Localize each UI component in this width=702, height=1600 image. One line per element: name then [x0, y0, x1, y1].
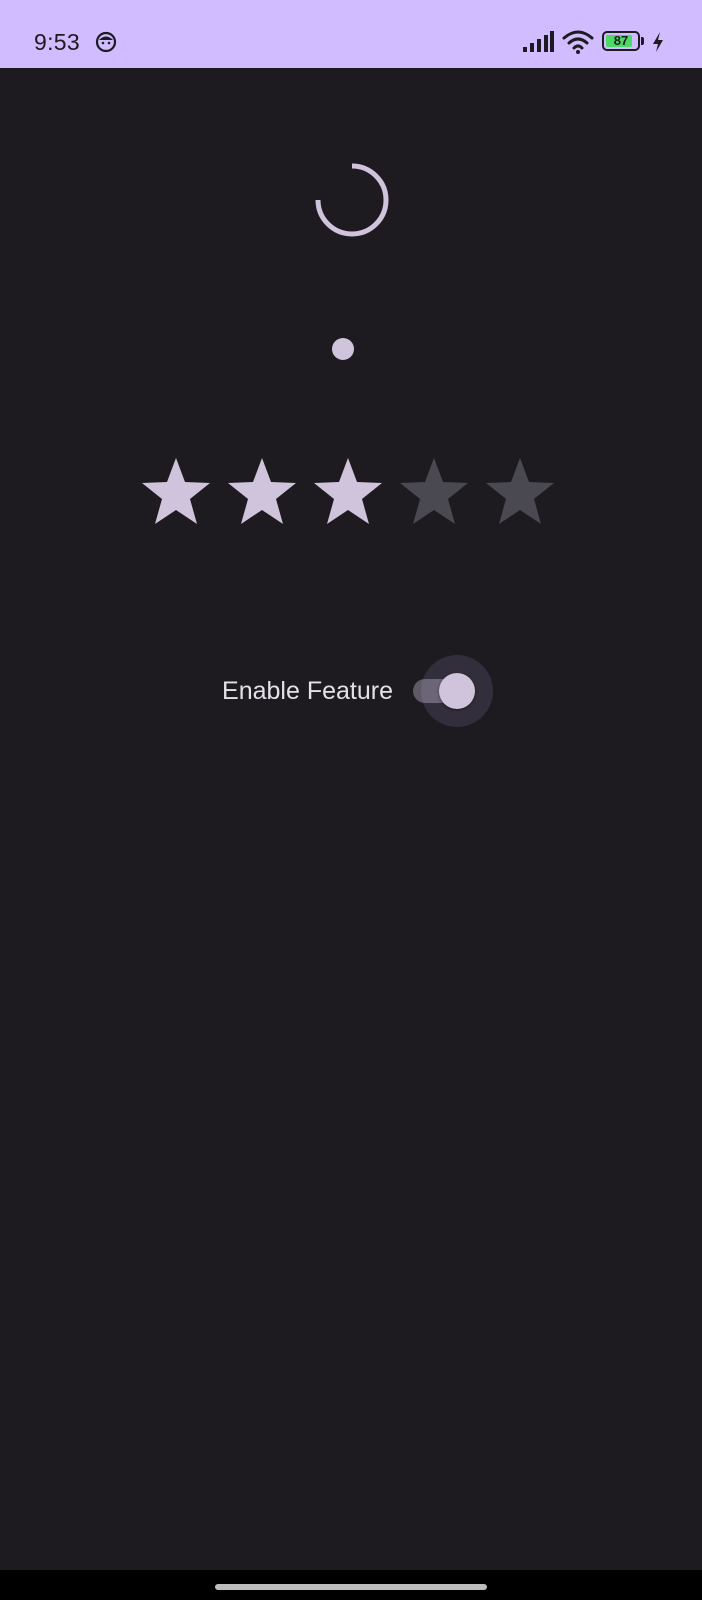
- face-notification-icon: [95, 31, 117, 53]
- battery-indicator: 87: [602, 31, 646, 53]
- star-icon-1[interactable]: [140, 456, 212, 528]
- navigation-bar: [0, 1570, 702, 1600]
- star-rating: [140, 456, 570, 536]
- cellular-signal-icon: [523, 31, 554, 52]
- star-icon-2[interactable]: [226, 456, 298, 528]
- value-slider[interactable]: [300, 330, 400, 368]
- switch-thumb[interactable]: [439, 673, 475, 709]
- slider-thumb: [332, 338, 354, 360]
- enable-feature-switch[interactable]: [413, 655, 493, 727]
- charging-bolt-icon: [653, 32, 663, 52]
- star-icon-5[interactable]: [484, 456, 556, 528]
- app-screen: 9:53 87 Enable Feature: [0, 0, 702, 1600]
- toggle-label: Enable Feature: [222, 677, 393, 705]
- status-time: 9:53: [34, 29, 80, 55]
- star-icon-3[interactable]: [312, 456, 384, 528]
- star-icon-4[interactable]: [398, 456, 470, 528]
- battery-level-text: 87: [613, 33, 629, 48]
- wifi-icon: [562, 30, 594, 54]
- battery-cap: [641, 37, 644, 45]
- status-bar: 9:53 87: [0, 0, 702, 68]
- circular-progress-icon: [315, 163, 389, 237]
- gesture-handle[interactable]: [215, 1584, 487, 1590]
- feature-toggle-row: Enable Feature: [0, 652, 702, 732]
